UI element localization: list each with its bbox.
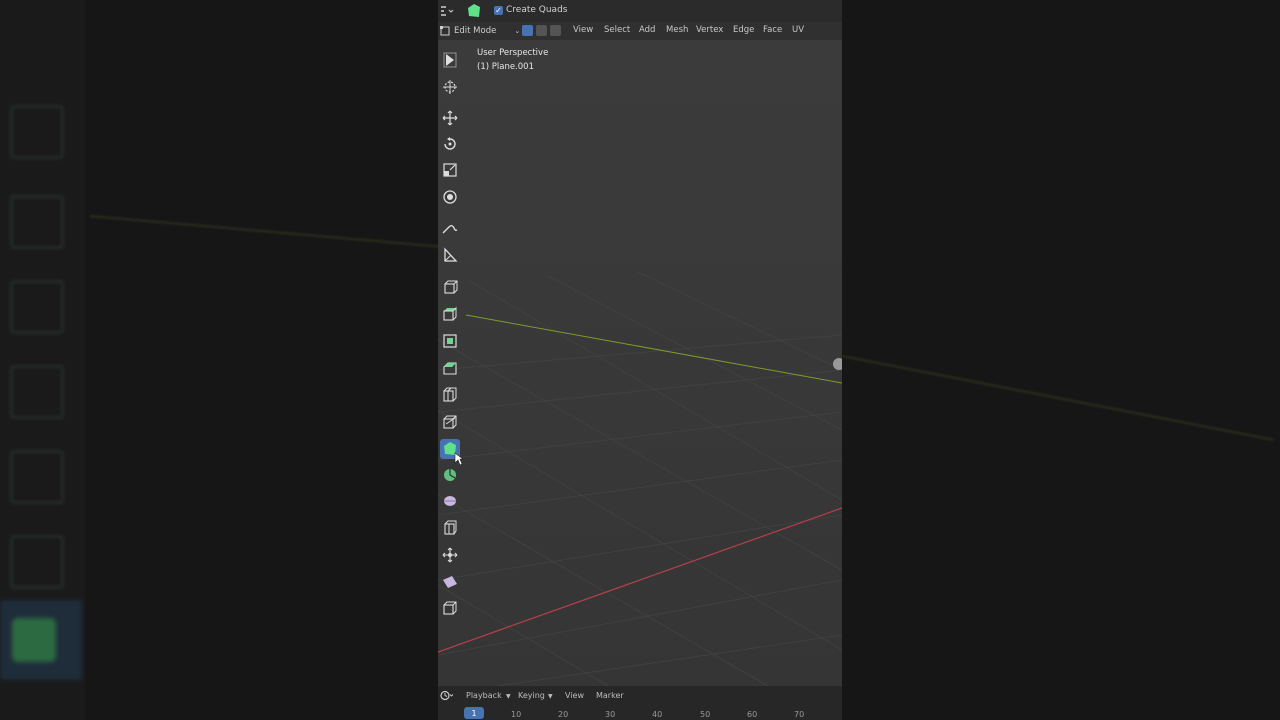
blurred-tool-icon [10,195,64,249]
shrink-fatten-icon[interactable] [440,545,460,565]
cursor-icon[interactable] [440,77,460,97]
smooth-icon[interactable] [440,491,460,511]
frame-tick: 30 [605,710,616,719]
create-quads-checkbox[interactable]: ✓ Create Quads [494,5,567,15]
current-frame-indicator[interactable]: 1 [464,707,484,719]
frame-tick: 60 [747,710,758,719]
rip-region-icon[interactable] [440,598,460,618]
blender-window: ✓ Create Quads Edit Mode ⌄ View Select A… [438,0,842,720]
3d-viewport[interactable]: User Perspective (1) Plane.001 [438,40,842,686]
face-select-button[interactable] [550,25,561,36]
blurred-axis-line [842,355,1274,441]
blurred-tool-icon [10,365,64,419]
mode-label: Edit Mode [454,26,497,36]
chevron-down-icon: ⌄ [514,27,521,35]
grid-floor [438,271,842,686]
edge-select-button[interactable] [536,25,547,36]
blurred-background-left [0,0,438,720]
measure-icon[interactable] [440,245,460,265]
menu-vertex[interactable]: Vertex [696,25,723,35]
bevel-icon[interactable] [440,358,460,378]
knife-icon[interactable] [440,412,460,432]
extrude-region-icon[interactable] [440,304,460,324]
create-quads-label: Create Quads [506,5,568,15]
timeline-menu-view[interactable]: View [565,691,584,700]
loop-cut-icon[interactable] [440,385,460,405]
tool-shelf [438,40,464,630]
editor-type-icon [441,6,454,16]
chevron-down-icon: ▼ [506,693,511,700]
mouse-pointer-icon [454,452,464,466]
rotate-icon[interactable] [440,134,460,154]
menu-select[interactable]: Select [604,25,630,35]
timeline-editor-type-dropdown[interactable] [440,690,454,701]
menu-view[interactable]: View [573,25,593,35]
inset-faces-icon[interactable] [440,331,460,351]
perspective-label: User Perspective [477,48,549,58]
blurred-tool-icon [10,535,64,589]
viewport-header: Edit Mode ⌄ View Select Add Mesh Vertex … [438,22,842,40]
spin-icon[interactable] [440,465,460,485]
menu-uv[interactable]: UV [792,25,804,35]
clock-icon [440,690,454,701]
frame-tick: 70 [794,710,805,719]
chevron-down-icon: ▼ [548,693,553,700]
menu-edge[interactable]: Edge [733,25,754,35]
active-tool-indicator[interactable] [466,3,482,19]
checkmark-icon: ✓ [494,5,503,15]
edit-mode-icon [440,26,450,36]
mode-dropdown[interactable]: Edit Mode ⌄ [440,24,520,38]
scale-icon[interactable] [440,160,460,180]
blurred-tool-icon [10,280,64,334]
move-icon[interactable] [440,108,460,128]
timeline-menu-keying[interactable]: Keying [518,691,545,700]
tool-settings-bar: ✓ Create Quads [438,0,842,22]
navigation-gizmo[interactable] [833,358,842,370]
poly-build-tool-icon [468,4,480,17]
shear-icon[interactable] [440,572,460,592]
object-label: (1) Plane.001 [477,62,534,72]
menu-add[interactable]: Add [639,25,655,35]
timeline-menu-playback[interactable]: Playback [466,691,502,700]
blurred-background-right [842,0,1280,720]
blurred-tool-icon [10,105,64,159]
menu-mesh[interactable]: Mesh [666,25,688,35]
transform-icon[interactable] [440,187,460,207]
vertex-select-button[interactable] [522,25,533,36]
frame-tick: 40 [652,710,663,719]
timeline-editor: Playback ▼ Keying ▼ View Marker 1 10 20 … [438,686,842,720]
blurred-axis-line [89,215,438,249]
frame-tick: 50 [700,710,711,719]
add-cube-icon[interactable] [440,277,460,297]
editor-type-dropdown[interactable] [440,5,454,17]
edge-slide-icon[interactable] [440,518,460,538]
blurred-tool-icon [10,450,64,504]
menu-face[interactable]: Face [763,25,782,35]
annotate-icon[interactable] [440,219,460,239]
select-box-icon[interactable] [440,50,460,70]
frame-tick: 20 [558,710,569,719]
y-axis-line [465,314,842,384]
frame-tick: 10 [511,710,522,719]
timeline-menu-marker[interactable]: Marker [596,691,624,700]
blurred-active-tool [0,600,82,680]
